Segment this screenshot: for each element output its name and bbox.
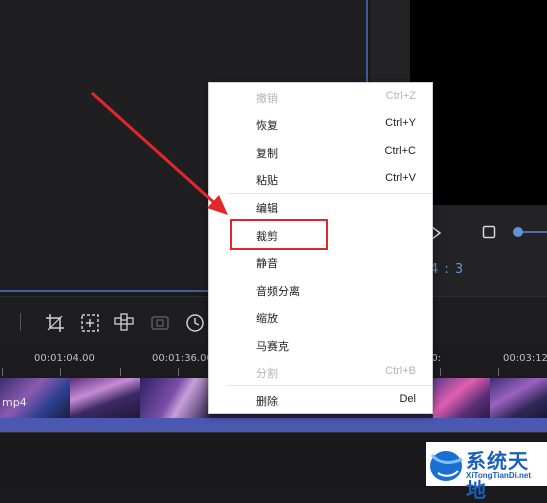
ruler-tick — [440, 368, 441, 376]
menu-item-label: 删除 — [256, 395, 278, 408]
highlight-box — [230, 219, 328, 250]
clip-filename: mp4 — [2, 396, 27, 409]
menu-item-redo[interactable]: 恢复 Ctrl+Y — [209, 111, 432, 138]
menu-item-label: 缩放 — [256, 312, 278, 325]
ruler-tick — [120, 368, 121, 376]
ruler-tick — [60, 368, 61, 376]
menu-item-shortcut: Ctrl+C — [384, 145, 416, 157]
clip-thumbnail — [433, 378, 490, 418]
menu-item-mosaic[interactable]: 马赛克 — [209, 332, 432, 359]
menu-item-label: 音频分离 — [256, 285, 300, 298]
ruler-tick — [178, 368, 179, 376]
menu-item-shortcut: Del — [399, 393, 416, 405]
menu-item-audio-separation[interactable]: 音频分离 — [209, 277, 432, 304]
clip-thumbnail — [490, 378, 547, 418]
menu-separator — [227, 385, 432, 386]
volume-slider[interactable] — [512, 225, 547, 239]
stop-icon[interactable] — [482, 225, 496, 239]
freeze-frame-icon[interactable] — [150, 313, 170, 333]
menu-item-mute[interactable]: 静音 — [209, 249, 432, 276]
menu-item-split[interactable]: 分割 Ctrl+B — [209, 359, 432, 386]
menu-item-zoom[interactable]: 缩放 — [209, 304, 432, 331]
ruler-tick — [498, 368, 499, 376]
menu-item-label: 分割 — [256, 367, 278, 380]
menu-item-label: 撤销 — [256, 92, 278, 105]
clock-icon[interactable] — [185, 313, 205, 333]
audio-strip[interactable] — [0, 418, 547, 432]
clip-thumbnail — [70, 378, 140, 418]
menu-item-shortcut: Ctrl+V — [385, 172, 416, 184]
menu-item-label: 静音 — [256, 257, 278, 270]
menu-item-copy[interactable]: 复制 Ctrl+C — [209, 139, 432, 166]
menu-item-delete[interactable]: 删除 Del — [209, 387, 432, 414]
ruler-label: 00:01:04.00 — [34, 353, 95, 364]
menu-item-shortcut: Ctrl+Z — [385, 90, 416, 102]
ruler-tick — [2, 368, 3, 376]
menu-item-label: 恢复 — [256, 119, 278, 132]
watermark-url: XiTongTianDi.net — [466, 471, 532, 480]
menu-item-undo[interactable]: 撤销 Ctrl+Z — [209, 84, 432, 111]
ruler-label: 00:03:12. — [503, 353, 547, 364]
menu-item-shortcut: Ctrl+Y — [385, 117, 416, 129]
menu-item-label: 粘贴 — [256, 174, 278, 187]
toolbar-divider — [20, 313, 21, 331]
menu-item-paste[interactable]: 粘贴 Ctrl+V — [209, 166, 432, 193]
zoom-icon[interactable] — [80, 313, 100, 333]
menu-item-label: 复制 — [256, 147, 278, 160]
menu-item-label: 编辑 — [256, 202, 278, 215]
menu-item-shortcut: Ctrl+B — [385, 365, 416, 377]
menu-item-label: 马赛克 — [256, 340, 289, 353]
ruler-label: 00:01:36.00 — [152, 353, 213, 364]
mosaic-icon[interactable] — [114, 313, 134, 333]
logo-icon — [430, 451, 463, 481]
clip-thumbnail — [140, 378, 210, 418]
watermark-logo: 系统天地 XiTongTianDi.net — [426, 442, 547, 502]
aspect-ratio-label[interactable]: 4 : 3 — [430, 262, 464, 277]
crop-icon[interactable] — [45, 313, 65, 333]
menu-item-edit[interactable]: 编辑 — [209, 194, 432, 221]
